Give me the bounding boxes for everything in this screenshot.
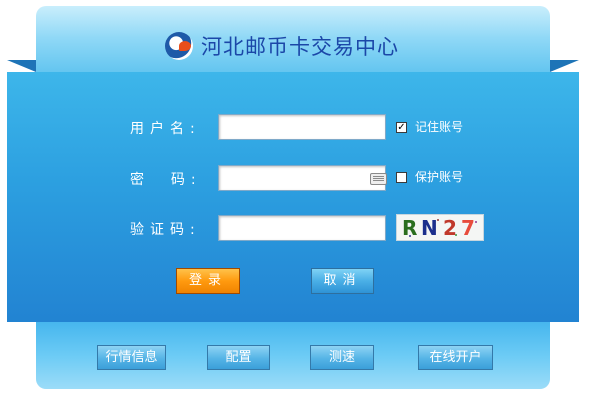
cancel-button[interactable]: 取消	[311, 268, 374, 294]
captcha-image[interactable]: R N 2 7	[396, 214, 484, 241]
captcha-char: 7	[461, 216, 475, 240]
market-info-button[interactable]: 行情信息	[97, 345, 166, 370]
username-input[interactable]	[218, 114, 386, 140]
username-label: 用户名:	[130, 121, 201, 137]
left-corner-fold	[7, 60, 36, 72]
remember-account-label[interactable]: 记住账号	[415, 119, 463, 135]
password-label: 密 码:	[130, 172, 202, 188]
captcha-input[interactable]	[218, 215, 386, 241]
login-panel	[7, 72, 579, 322]
speed-test-button[interactable]: 测速	[310, 345, 374, 370]
protect-account-label[interactable]: 保护账号	[415, 169, 463, 185]
captcha-char: 2	[443, 216, 457, 240]
app-title-text: 河北邮币卡交易中心	[201, 35, 399, 59]
password-input[interactable]	[218, 165, 386, 191]
exchange-logo-icon	[165, 32, 193, 60]
open-account-button[interactable]: 在线开户	[418, 345, 493, 370]
soft-keyboard-icon[interactable]	[370, 173, 387, 185]
settings-button[interactable]: 配置	[207, 345, 270, 370]
captcha-label: 验证码:	[130, 222, 201, 238]
protect-account-checkbox[interactable]	[396, 172, 407, 183]
remember-account-checkbox[interactable]: ✓	[396, 122, 407, 133]
captcha-char: N	[421, 216, 438, 240]
login-button[interactable]: 登录	[176, 268, 240, 294]
right-corner-fold	[550, 60, 579, 72]
app-title: 河北邮币卡交易中心	[165, 30, 399, 62]
